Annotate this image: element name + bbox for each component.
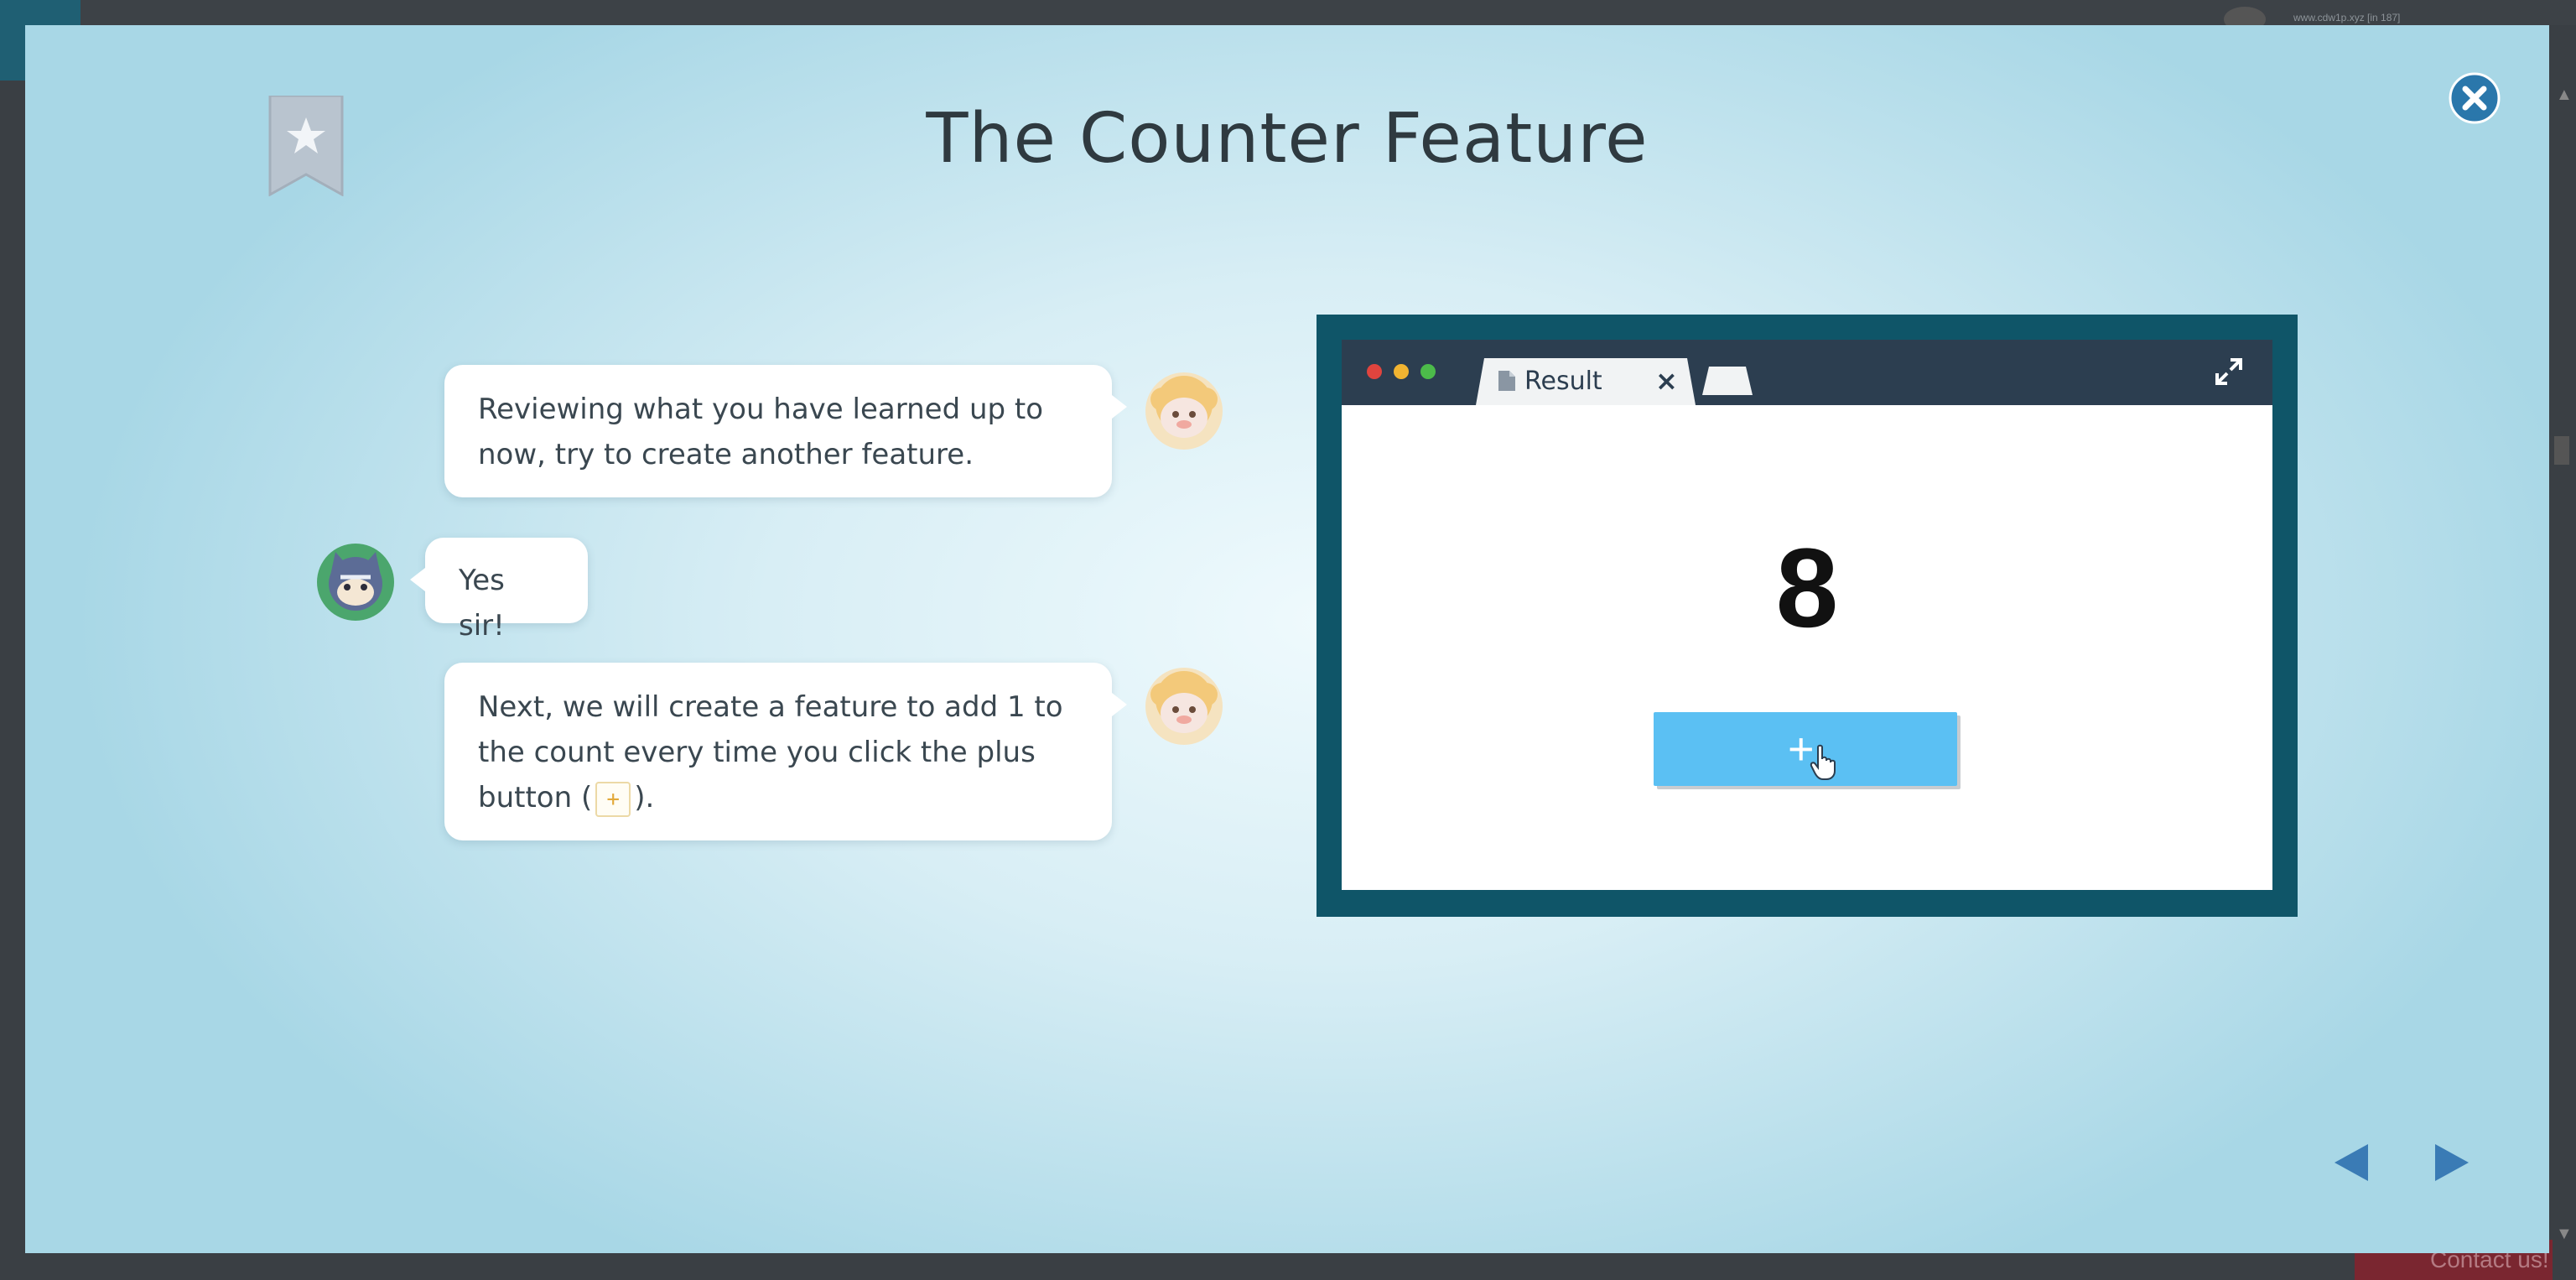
- chat-bubble-student: Yes sir!: [410, 538, 588, 643]
- arrow-right-icon[interactable]: [2428, 1139, 2475, 1186]
- document-icon: [1498, 371, 1515, 391]
- lesson-modal: The Counter Feature Reviewing what you h…: [25, 25, 2549, 1253]
- page-title: The Counter Feature: [926, 99, 1649, 179]
- tab-label: Result: [1524, 367, 1602, 396]
- browser-titlebar: Result ×: [1342, 340, 2272, 405]
- cat-avatar-icon: [317, 544, 394, 621]
- scroll-down-icon: ▼: [2556, 1225, 2573, 1243]
- sheep-avatar-icon: [1145, 668, 1223, 745]
- chat-bubble-teacher: Reviewing what you have learned up to no…: [444, 365, 1127, 497]
- chat-message-text: Next, we will create a feature to add 1 …: [478, 690, 1063, 814]
- hand-cursor-icon: [1810, 744, 1836, 780]
- close-icon[interactable]: [2449, 72, 2501, 124]
- arrow-left-icon[interactable]: [2328, 1139, 2375, 1186]
- tab-close-icon[interactable]: ×: [1655, 365, 1678, 397]
- background-topbar: [0, 0, 2576, 25]
- plus-button[interactable]: +: [1654, 712, 1957, 786]
- new-tab-button[interactable]: [1702, 367, 1753, 395]
- expand-icon[interactable]: [2214, 356, 2244, 387]
- counter-value: 8: [1775, 526, 1839, 651]
- background-url: www.cdw1p.xyz [in 187]: [2293, 12, 2401, 23]
- window-minimize-dot: [1394, 364, 1409, 379]
- scroll-up-icon: ▲: [2556, 86, 2573, 104]
- background-bottom-bar: [0, 1253, 2576, 1280]
- browser-window: Result × 8 +: [1342, 340, 2272, 890]
- window-close-dot: [1367, 364, 1382, 379]
- chat-message-text-end: ).: [634, 781, 655, 814]
- background-scrollbar: [2554, 436, 2569, 465]
- plus-button-chip: +: [595, 781, 631, 817]
- chat-message-text: Yes sir!: [459, 564, 505, 643]
- chat-bubble-teacher: Next, we will create a feature to add 1 …: [444, 663, 1127, 840]
- chat-message-text: Reviewing what you have learned up to no…: [478, 393, 1044, 471]
- tab-result[interactable]: Result ×: [1476, 358, 1696, 405]
- sheep-avatar-icon: [1145, 372, 1223, 450]
- window-maximize-dot: [1420, 364, 1436, 379]
- result-panel: Result × 8 +: [1317, 315, 2298, 917]
